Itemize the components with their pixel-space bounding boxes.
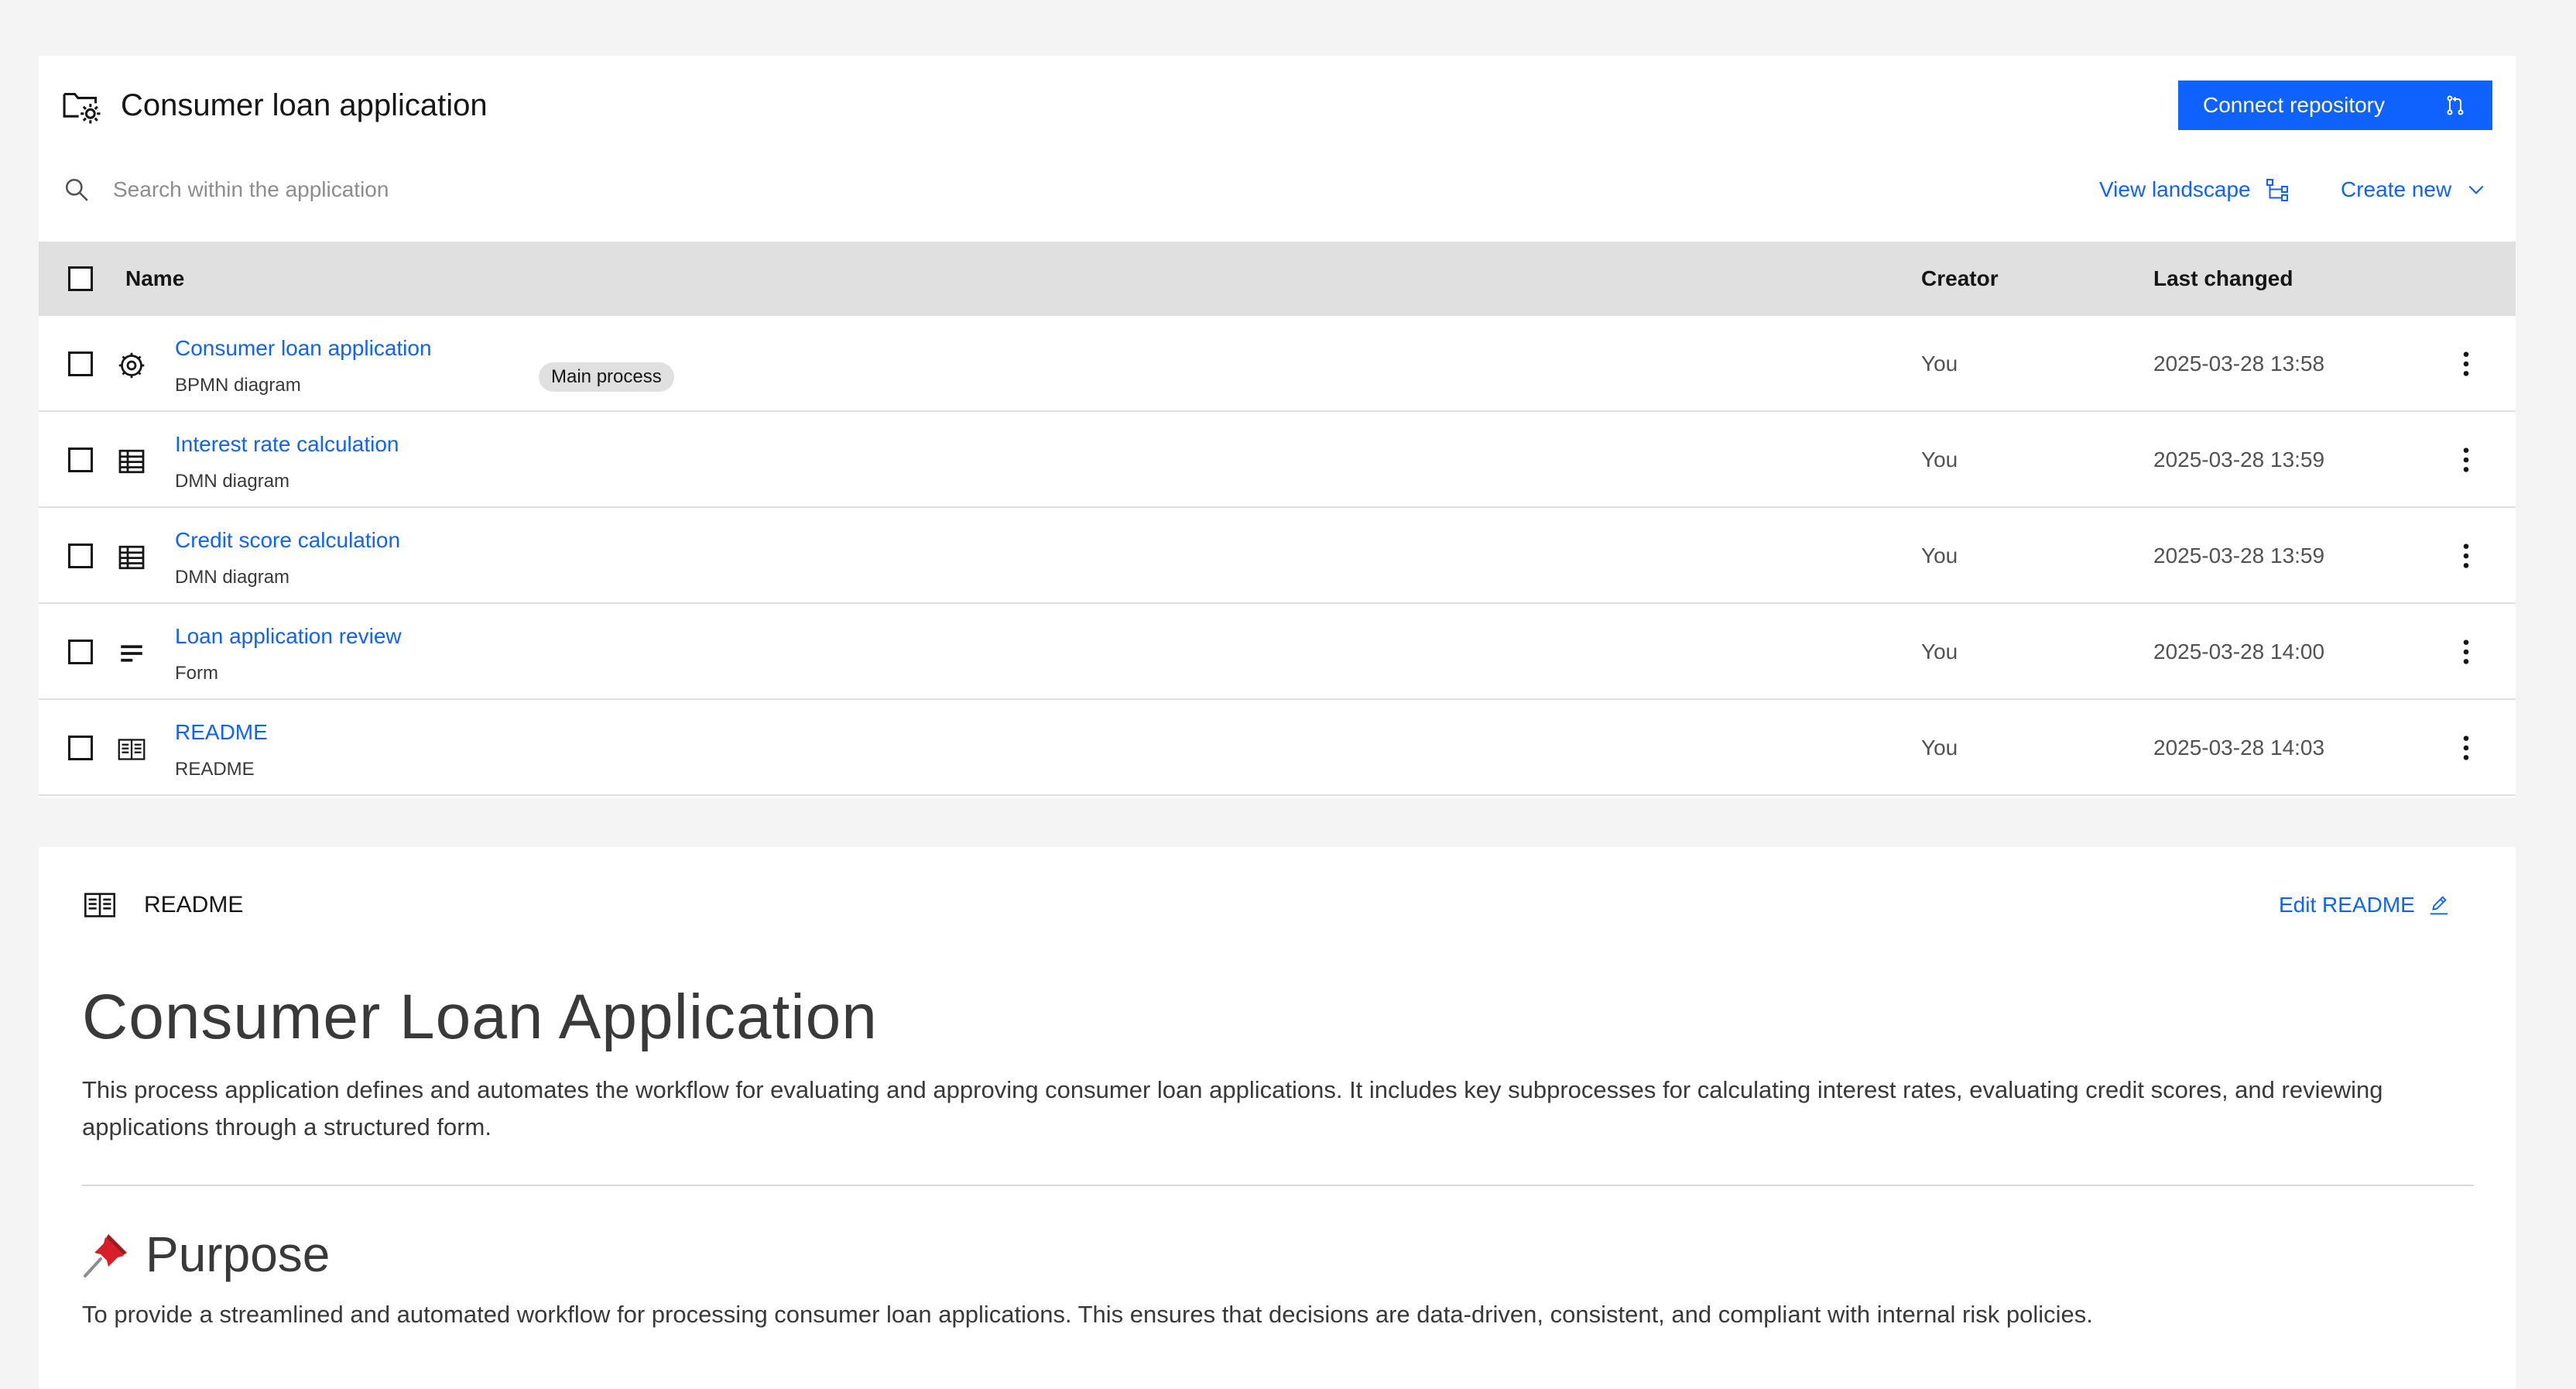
column-header-last-changed[interactable]: Last changed bbox=[2153, 265, 2293, 293]
overflow-menu-icon[interactable] bbox=[2449, 731, 2483, 765]
create-new-label: Create new bbox=[2341, 177, 2452, 201]
item-type: DMN diagram bbox=[175, 567, 290, 588]
table-row[interactable]: Loan application review Form You 2025-03… bbox=[39, 604, 2516, 700]
purpose-heading-text: Purpose bbox=[146, 1226, 331, 1282]
book-icon bbox=[84, 893, 115, 917]
purpose-text: To provide a streamlined and automated w… bbox=[82, 1301, 2093, 1328]
item-name-link[interactable]: Credit score calculation bbox=[175, 525, 400, 556]
item-name-link[interactable]: Loan application review bbox=[175, 621, 402, 652]
item-last-changed: 2025-03-28 14:00 bbox=[2153, 640, 2325, 664]
view-landscape-label: View landscape bbox=[2099, 177, 2251, 201]
column-header-name[interactable]: Name bbox=[125, 265, 184, 293]
purpose-heading: Purpose bbox=[82, 1223, 330, 1285]
chevron-down-icon bbox=[2468, 185, 2484, 194]
row-checkbox[interactable] bbox=[68, 640, 93, 664]
item-name-link[interactable]: Interest rate calculation bbox=[175, 429, 399, 460]
row-checkbox[interactable] bbox=[68, 736, 93, 760]
application-panel: Consumer loan application Connect reposi… bbox=[39, 56, 2516, 797]
hierarchy-icon bbox=[2266, 179, 2288, 201]
main-process-tag: Main process bbox=[539, 362, 674, 392]
page-title: Consumer loan application bbox=[121, 88, 488, 122]
item-creator: You bbox=[1921, 544, 1958, 568]
item-type: DMN diagram bbox=[175, 471, 290, 492]
overflow-menu-icon[interactable] bbox=[2449, 443, 2483, 477]
item-last-changed: 2025-03-28 14:03 bbox=[2153, 736, 2325, 760]
row-checkbox[interactable] bbox=[68, 448, 93, 472]
item-creator: You bbox=[1921, 448, 1958, 472]
table-row[interactable]: Interest rate calculation DMN diagram Yo… bbox=[39, 412, 2516, 508]
readme-heading: Consumer Loan Application bbox=[82, 982, 878, 1052]
edit-readme-link[interactable]: Edit README bbox=[2279, 889, 2451, 921]
item-creator: You bbox=[1921, 736, 1958, 760]
search-toolbar: View landscape Create new bbox=[39, 153, 2516, 226]
row-checkbox[interactable] bbox=[68, 544, 93, 568]
item-creator: You bbox=[1921, 640, 1958, 664]
item-name-link[interactable]: Consumer loan application bbox=[175, 333, 432, 364]
overflow-menu-icon[interactable] bbox=[2449, 635, 2483, 669]
row-checkbox[interactable] bbox=[68, 352, 93, 376]
item-last-changed: 2025-03-28 13:59 bbox=[2153, 448, 2325, 472]
select-all-checkbox[interactable] bbox=[68, 266, 93, 291]
create-new-dropdown[interactable]: Create new bbox=[2341, 173, 2487, 206]
item-name-link[interactable]: README bbox=[175, 717, 268, 748]
overflow-menu-icon[interactable] bbox=[2449, 347, 2483, 381]
readme-panel: README Edit README Consumer Loan Applica… bbox=[39, 847, 2516, 1389]
table-row[interactable]: README README You 2025-03-28 14:03 bbox=[39, 700, 2516, 796]
connect-repository-button[interactable]: Connect repository bbox=[2178, 81, 2492, 130]
table-icon bbox=[118, 545, 145, 570]
view-landscape-link[interactable]: View landscape bbox=[2099, 173, 2290, 206]
form-icon bbox=[121, 645, 142, 662]
item-last-changed: 2025-03-28 13:58 bbox=[2153, 352, 2325, 376]
pull-request-icon bbox=[2447, 95, 2464, 115]
search-icon bbox=[65, 178, 88, 201]
overflow-menu-icon[interactable] bbox=[2449, 539, 2483, 573]
book-icon bbox=[118, 739, 146, 760]
table-row[interactable]: Consumer loan application BPMN diagram M… bbox=[39, 316, 2516, 412]
item-creator: You bbox=[1921, 352, 1958, 376]
table-icon bbox=[118, 449, 145, 474]
item-type: BPMN diagram bbox=[175, 375, 301, 396]
item-last-changed: 2025-03-28 13:59 bbox=[2153, 544, 2325, 568]
item-type: Form bbox=[175, 663, 218, 684]
table-row[interactable]: Credit score calculation DMN diagram You… bbox=[39, 508, 2516, 604]
readme-intro-text: This process application defines and aut… bbox=[82, 1076, 2383, 1140]
item-type: README bbox=[175, 759, 255, 780]
readme-section-title: README bbox=[144, 892, 244, 917]
connect-repository-label: Connect repository bbox=[2203, 93, 2386, 117]
readme-divider bbox=[82, 1185, 2474, 1186]
column-header-creator[interactable]: Creator bbox=[1921, 265, 1999, 293]
table-header: Name Creator Last changed bbox=[39, 242, 2516, 316]
folder-gear-icon bbox=[63, 92, 101, 124]
pushpin-icon bbox=[84, 1234, 127, 1278]
application-header: Consumer loan application Connect reposi… bbox=[39, 56, 2516, 153]
edit-readme-label: Edit README bbox=[2279, 893, 2415, 917]
search-input[interactable] bbox=[111, 169, 1195, 211]
pencil-icon bbox=[2430, 896, 2448, 915]
gear-icon bbox=[118, 352, 145, 379]
